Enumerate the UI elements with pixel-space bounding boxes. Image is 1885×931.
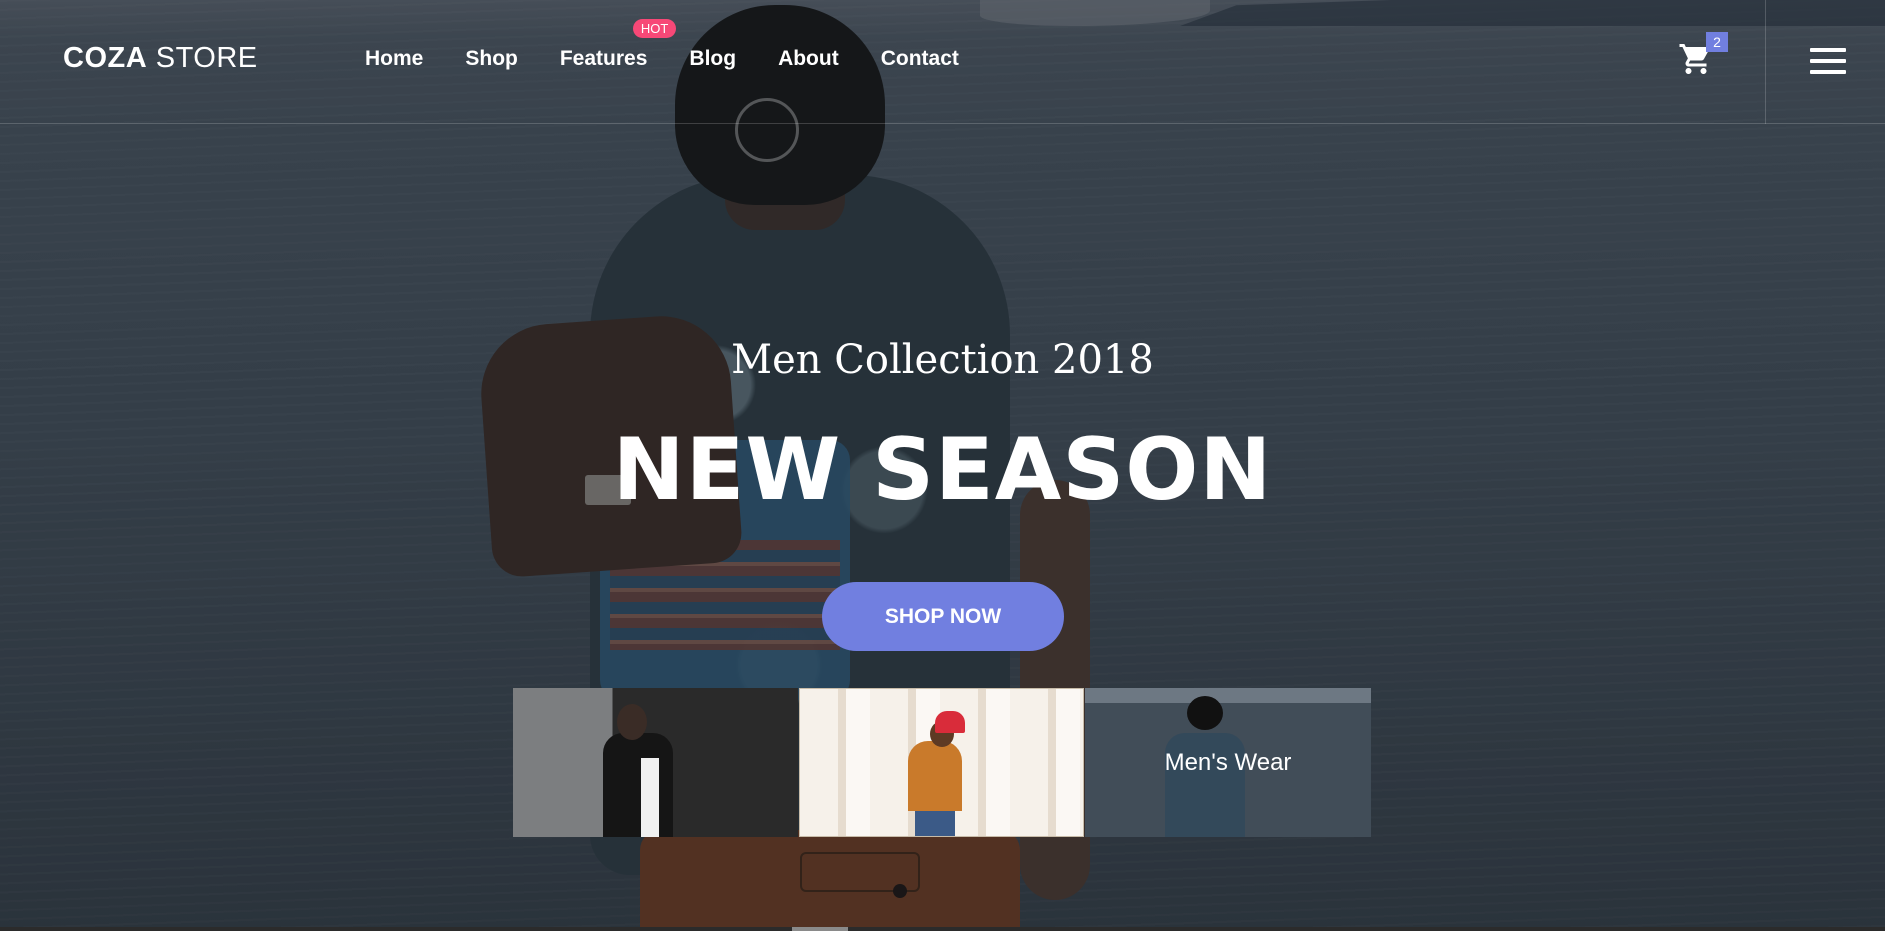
- thumb-figure: [603, 733, 673, 837]
- slide-thumbnail-2[interactable]: [799, 688, 1084, 837]
- hero-subtitle: Men Collection 2018: [731, 337, 1154, 383]
- nav-shop[interactable]: Shop: [465, 47, 518, 71]
- nav-blog-label: Blog: [689, 47, 737, 70]
- hamburger-menu-icon[interactable]: [1810, 48, 1846, 74]
- bottom-strip-marker: [792, 927, 848, 931]
- hot-badge: HOT: [632, 19, 677, 38]
- nav-features[interactable]: Features HOT: [559, 19, 677, 71]
- thumbnail-label: Men's Wear: [1164, 749, 1292, 776]
- nav-home[interactable]: Home: [365, 47, 423, 71]
- header-divider: [1765, 0, 1766, 124]
- bottom-strip: [0, 927, 1885, 931]
- cart-count-badge: 2: [1706, 32, 1728, 52]
- main-nav: Home Shop Features HOT Blog About Contac…: [365, 19, 1001, 71]
- nav-about[interactable]: About: [778, 47, 839, 71]
- logo-bold-text: COZA: [63, 42, 148, 74]
- slide-thumbnails: Men's Wear: [513, 688, 1371, 837]
- store-logo[interactable]: COZA STORE: [63, 42, 258, 75]
- thumb-figure: [908, 741, 962, 811]
- nav-blog[interactable]: Blog: [689, 47, 736, 71]
- thumb-figure-cap: [935, 711, 965, 733]
- site-header: COZA STORE Home Shop Features HOT Blog A…: [0, 0, 1885, 124]
- menu-line: [1810, 70, 1846, 74]
- shop-now-button[interactable]: SHOP NOW: [822, 582, 1064, 651]
- nav-contact-label: Contact: [880, 47, 959, 70]
- menu-line: [1810, 59, 1846, 63]
- nav-contact[interactable]: Contact: [881, 47, 959, 71]
- slide-thumbnail-3[interactable]: Men's Wear: [1085, 688, 1371, 837]
- menu-line: [1810, 48, 1846, 52]
- thumb-figure-shirt: [641, 758, 659, 837]
- thumb-figure-legs: [915, 809, 955, 836]
- hero-headline: NEW SEASON: [612, 420, 1273, 520]
- thumb-figure-head: [617, 704, 647, 740]
- slide-thumbnail-1[interactable]: [513, 688, 798, 837]
- logo-light-text: STORE: [155, 42, 258, 74]
- nav-home-label: Home: [365, 47, 424, 70]
- nav-shop-label: Shop: [465, 47, 518, 70]
- nav-about-label: About: [778, 47, 839, 70]
- nav-features-label: Features: [559, 47, 648, 70]
